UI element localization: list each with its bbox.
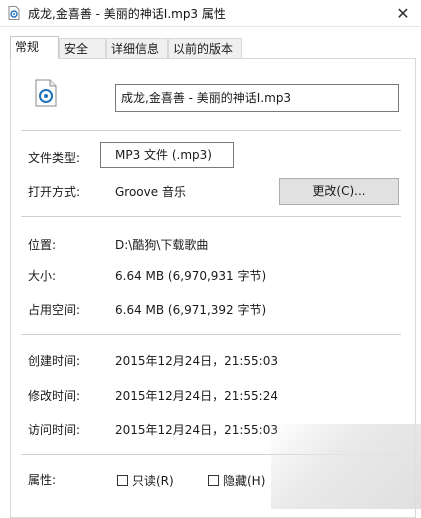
tab-previous-versions[interactable]: 以前的版本: [168, 38, 242, 58]
size-value: 6.64 MB (6,970,931 字节): [115, 269, 267, 283]
change-button[interactable]: 更改(C)...: [279, 178, 399, 205]
divider: [21, 334, 401, 335]
file-type-label: 文件类型:: [28, 151, 81, 165]
created-value: 2015年12月24日，21:55:03: [115, 354, 278, 368]
close-icon: ✕: [396, 3, 410, 23]
readonly-checkbox[interactable]: [117, 475, 128, 486]
created-label: 创建时间:: [28, 354, 81, 368]
size-label: 大小:: [28, 269, 57, 283]
accessed-label: 访问时间:: [28, 423, 81, 437]
size-on-disk-label: 占用空间:: [28, 303, 81, 317]
accessed-value: 2015年12月24日，21:55:03: [115, 423, 278, 437]
tab-security[interactable]: 安全: [59, 38, 106, 58]
location-value: D:\酷狗\下载歌曲: [115, 238, 209, 252]
hidden-checkbox[interactable]: [208, 475, 219, 486]
size-on-disk-value: 6.64 MB (6,971,392 字节): [115, 303, 267, 317]
opens-with-label: 打开方式:: [28, 185, 81, 199]
readonly-label[interactable]: 只读(R): [132, 472, 174, 489]
divider: [21, 216, 401, 217]
tab-details[interactable]: 详细信息: [106, 38, 168, 58]
modified-label: 修改时间:: [28, 389, 81, 403]
music-file-icon: [8, 6, 20, 20]
modified-value: 2015年12月24日，21:55:24: [115, 389, 278, 403]
window-title: 成龙,金喜善 - 美丽的神话Ⅰ.mp3 属性: [28, 7, 226, 21]
title-bar: 成龙,金喜善 - 美丽的神话Ⅰ.mp3 属性 ✕: [0, 0, 421, 27]
file-name-input[interactable]: 成龙,金喜善 - 美丽的神话Ⅰ.mp3: [115, 84, 399, 112]
divider: [21, 130, 401, 131]
attributes-label: 属性:: [28, 473, 57, 487]
location-label: 位置:: [28, 238, 57, 252]
close-button[interactable]: ✕: [385, 0, 421, 26]
file-type-value: MP3 文件 (.mp3): [100, 142, 234, 168]
tab-general[interactable]: 常规: [10, 36, 59, 59]
opens-with-value: Groove 音乐: [115, 185, 186, 199]
watermark-overlay: [271, 424, 421, 509]
mp3-file-icon: [35, 79, 57, 107]
hidden-label[interactable]: 隐藏(H): [223, 472, 265, 489]
